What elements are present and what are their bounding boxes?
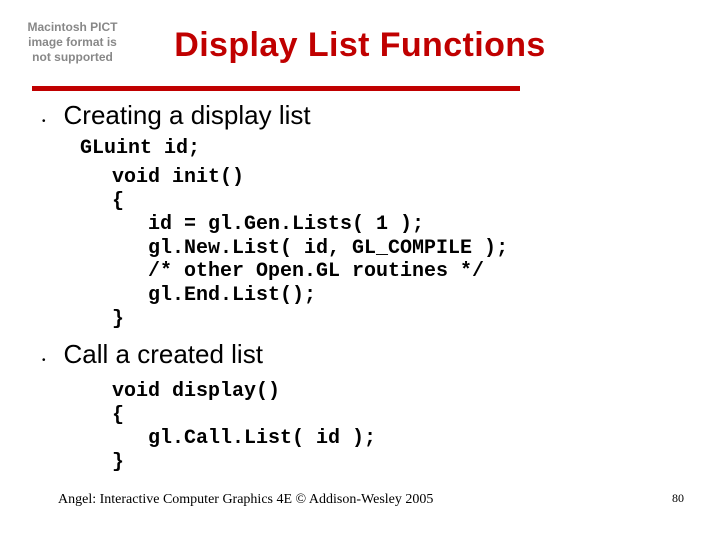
slide: Macintosh PICT image format is not suppo… bbox=[0, 0, 720, 540]
code-block: void display() { gl.Call.List( id ); } bbox=[112, 380, 680, 474]
bullet-text: Creating a display list bbox=[64, 100, 311, 131]
pict-placeholder: Macintosh PICT image format is not suppo… bbox=[20, 20, 125, 65]
slide-title: Display List Functions bbox=[34, 26, 686, 65]
bullet-row: • Creating a display list bbox=[42, 100, 680, 135]
bullet-dot: • bbox=[42, 348, 46, 374]
footer-text: Angel: Interactive Computer Graphics 4E … bbox=[58, 492, 433, 508]
code-block: void init() { id = gl.Gen.Lists( 1 ); gl… bbox=[112, 166, 680, 331]
bullet-dot: • bbox=[42, 109, 46, 135]
slide-content: • Creating a display list GLuint id; voi… bbox=[42, 100, 680, 475]
title-underline bbox=[32, 86, 520, 91]
page-number: 80 bbox=[672, 491, 684, 506]
bullet-row: • Call a created list bbox=[42, 339, 680, 374]
code-line: GLuint id; bbox=[80, 137, 680, 160]
bullet-text: Call a created list bbox=[64, 339, 263, 370]
